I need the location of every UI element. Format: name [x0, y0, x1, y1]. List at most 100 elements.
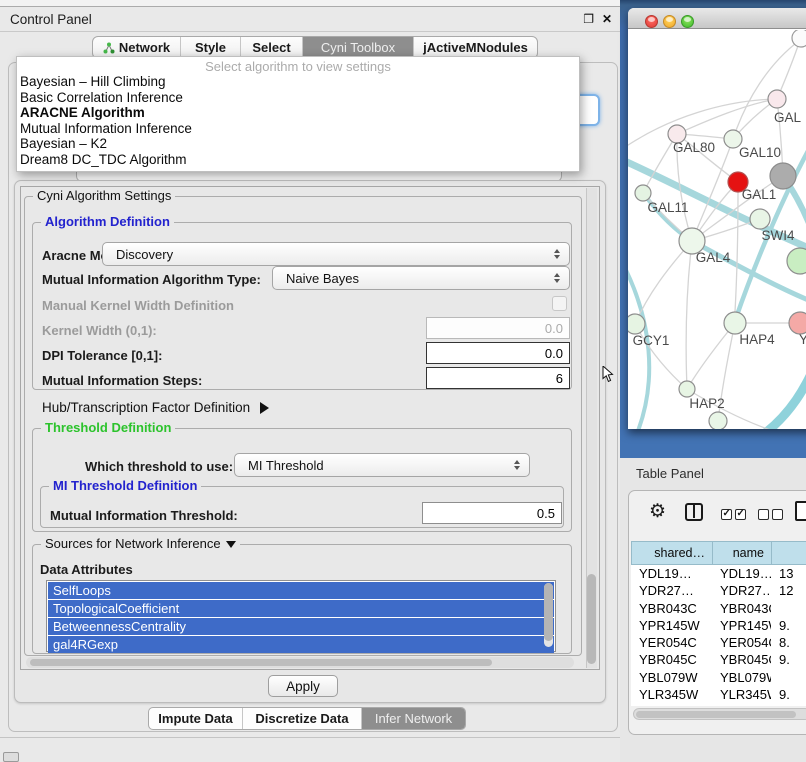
network-node[interactable]	[787, 248, 806, 274]
table-row[interactable]: YPR145WYPR145W9.	[631, 617, 806, 634]
document-icon[interactable]	[795, 501, 806, 521]
tab-network[interactable]: Network	[93, 37, 181, 58]
table-cell[interactable]: 8.	[771, 634, 806, 651]
table-row[interactable]: YBR045CYBR045C9.	[631, 651, 806, 668]
table-cell[interactable]: YPR145W	[712, 617, 771, 634]
tab-style[interactable]: Style	[181, 37, 241, 58]
algorithm-option[interactable]: Bayesian – K2	[17, 136, 579, 152]
algorithm-option[interactable]: Basic Correlation Inference	[17, 90, 579, 106]
which-threshold-combobox[interactable]: MI Threshold	[234, 453, 530, 477]
network-node[interactable]	[789, 312, 806, 334]
mi-type-combobox[interactable]: Naive Bayes	[272, 266, 570, 290]
mi-steps-field[interactable]: 6	[426, 367, 570, 389]
table-cell[interactable]: YIL052C	[631, 703, 712, 706]
table-cell[interactable]: YLR345W	[631, 686, 712, 703]
table-cell[interactable]: YBL079W	[712, 669, 771, 686]
network-canvas[interactable]: GALGAL80GAL10GAL1GAL11SWI4GAL4GCY1HAP4YH…	[628, 30, 806, 429]
table-row[interactable]: YDL19…YDL19…13	[631, 565, 806, 582]
network-node[interactable]	[724, 312, 746, 334]
zoom-window-icon[interactable]	[681, 15, 694, 28]
algorithm-option[interactable]: Bayesian – Hill Climbing	[17, 74, 579, 90]
mi-threshold-field[interactable]: 0.5	[422, 502, 562, 524]
algorithm-option[interactable]: Dream8 DC_TDC Algorithm	[17, 152, 579, 168]
split-columns-icon[interactable]	[685, 503, 703, 521]
table-body: YDL19…YDL19…13YDR27…YDR27…12YBR043CYBR04…	[631, 565, 806, 706]
close-panel-icon[interactable]: ✕	[602, 12, 612, 26]
table-cell[interactable]: 9.	[771, 617, 806, 634]
algorithm-option[interactable]: Mutual Information Inference	[17, 121, 579, 137]
minimize-window-icon[interactable]	[663, 15, 676, 28]
sources-toggle[interactable]: Sources for Network Inference	[41, 536, 240, 551]
network-window-titlebar[interactable]	[628, 8, 806, 29]
table-cell[interactable]: YDL19…	[631, 565, 712, 582]
algorithm-option[interactable]: ARACNE Algorithm	[17, 105, 579, 121]
table-cell[interactable]: YER054C	[631, 634, 712, 651]
table-cell[interactable]: YBR045C	[631, 651, 712, 668]
table-cell[interactable]: YIL052C	[712, 703, 771, 706]
table-cell[interactable]: YDL19…	[712, 565, 771, 582]
table-row[interactable]: YBR043CYBR043C	[631, 600, 806, 617]
tab-jactivemnodules[interactable]: jActiveMNodules	[414, 37, 537, 58]
table-cell[interactable]: 12	[771, 582, 806, 599]
tab-infer-network[interactable]: Infer Network	[362, 708, 465, 729]
table-cell[interactable]: YDR27…	[631, 582, 712, 599]
float-panel-icon[interactable]: ❐	[583, 12, 594, 26]
select-all-columns-icon[interactable]	[721, 507, 749, 525]
table-cell[interactable]: YLR345W	[712, 686, 771, 703]
aracne-mode-combobox[interactable]: Discovery	[102, 242, 570, 266]
attribute-item[interactable]: gal4RGexp	[48, 636, 554, 653]
table-cell[interactable]: YDR27…	[712, 582, 771, 599]
data-attributes-list[interactable]: SelfLoopsTopologicalCoefficientBetweenne…	[46, 580, 556, 652]
column-header[interactable]: name	[712, 541, 771, 565]
table-row[interactable]: YIL052CYIL052C9.	[631, 703, 806, 706]
hub-section-toggle[interactable]: Hub/Transcription Factor Definition	[42, 400, 269, 415]
list-scrollbar[interactable]	[544, 583, 553, 647]
table-panel-card: ⚙ shared… name YDL19…YDL19…13YDR27…YDR27…	[628, 490, 806, 735]
attribute-item[interactable]: TopologicalCoefficient	[48, 600, 554, 617]
tab-impute-data[interactable]: Impute Data	[149, 708, 243, 729]
table-cell[interactable]: 13	[771, 565, 806, 582]
close-window-icon[interactable]	[645, 15, 658, 28]
table-cell[interactable]: YBR043C	[631, 600, 712, 617]
table-row[interactable]: YLR345WYLR345W9.	[631, 686, 806, 703]
corner-button[interactable]	[3, 752, 19, 762]
network-node[interactable]	[750, 209, 770, 229]
deselect-all-columns-icon[interactable]	[758, 507, 786, 525]
table-cell[interactable]: YER054C	[712, 634, 771, 651]
tab-select[interactable]: Select	[241, 37, 303, 58]
table-horizontal-scrollbar[interactable]	[633, 708, 806, 720]
table-cell[interactable]: YPR145W	[631, 617, 712, 634]
table-row[interactable]: YDR27…YDR27…12	[631, 582, 806, 599]
settings-vertical-scrollbar-thumb[interactable]	[587, 574, 596, 664]
tab-label: Select	[252, 40, 290, 55]
table-cell[interactable]	[771, 669, 806, 686]
table-cell[interactable]: YBL079W	[631, 669, 712, 686]
table-cell[interactable]	[771, 600, 806, 617]
attribute-item[interactable]: SelfLoops	[48, 582, 554, 599]
network-node[interactable]	[635, 185, 651, 201]
table-cell[interactable]: YBR043C	[712, 600, 771, 617]
kernel-width-field[interactable]: 0.0	[426, 317, 570, 339]
table-row[interactable]: YBL079WYBL079W	[631, 669, 806, 686]
tab-discretize-data[interactable]: Discretize Data	[243, 708, 362, 729]
apply-button[interactable]: Apply	[268, 675, 338, 697]
table-cell[interactable]: 9.	[771, 651, 806, 668]
network-node[interactable]	[679, 381, 695, 397]
settings-horizontal-scrollbar-thumb[interactable]	[30, 659, 492, 666]
network-node[interactable]	[628, 314, 645, 334]
table-cell[interactable]: 9.	[771, 703, 806, 706]
table-cell[interactable]: 9.	[771, 686, 806, 703]
column-header[interactable]: shared…	[631, 541, 712, 565]
network-node[interactable]	[792, 30, 806, 47]
attribute-item[interactable]: BetweennessCentrality	[48, 618, 554, 635]
table-row[interactable]: YER054CYER054C8.	[631, 634, 806, 651]
dpi-tolerance-field[interactable]: 0.0	[426, 342, 570, 364]
manual-kernel-checkbox[interactable]	[552, 296, 567, 311]
network-node[interactable]	[770, 163, 796, 189]
gear-icon[interactable]: ⚙	[649, 500, 666, 523]
table-cell[interactable]: YBR045C	[712, 651, 771, 668]
tab-cyni-toolbox[interactable]: Cyni Toolbox	[303, 37, 414, 58]
network-node[interactable]	[709, 412, 727, 429]
column-header[interactable]	[771, 541, 806, 565]
network-node[interactable]	[768, 90, 786, 108]
